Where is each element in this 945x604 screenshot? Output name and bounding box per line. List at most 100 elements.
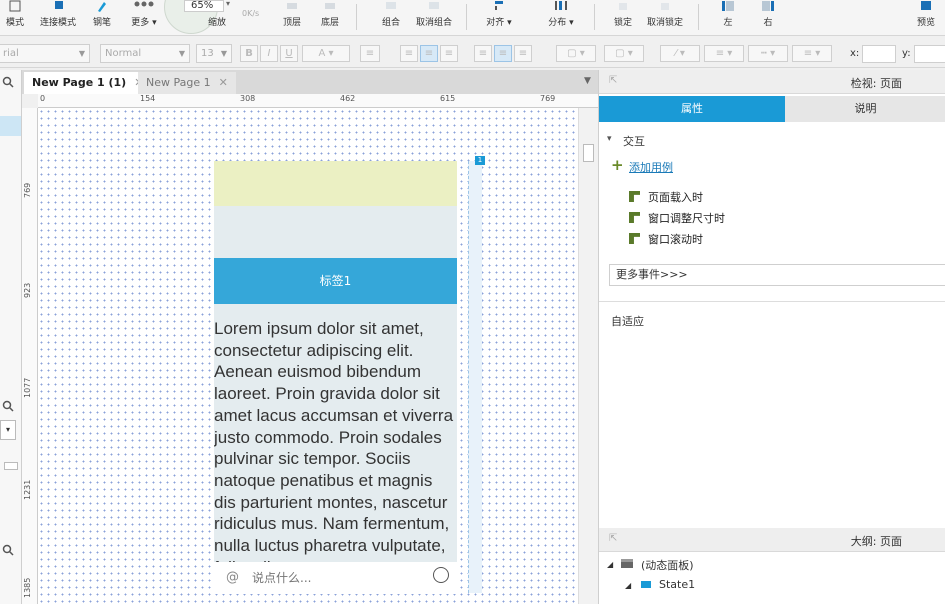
add-case-link[interactable]: 添加用例 xyxy=(629,159,673,175)
group-button[interactable]: 组合 xyxy=(378,0,404,36)
more-events-select[interactable]: 更多事件>>> xyxy=(609,264,945,286)
horizontal-ruler: 0 154 308 462 615 769 xyxy=(38,94,598,108)
tab-new-page-1[interactable]: New Page 1 ✕ xyxy=(138,72,236,94)
valign-top-button[interactable]: ≡ xyxy=(474,45,492,62)
font-style-select[interactable]: Normal ▼ xyxy=(100,44,190,63)
tab-list-dropdown-icon[interactable]: ▼ xyxy=(584,76,591,86)
ruler-label: 1077 xyxy=(23,377,32,398)
font-size-select[interactable]: 13 ▼ xyxy=(196,44,232,63)
lorem-text-block[interactable]: Lorem ipsum dolor sit amet, consectetur … xyxy=(214,318,457,562)
library-dropdown[interactable]: ▾ xyxy=(0,420,16,440)
zoom-dropdown-icon[interactable]: ▾ xyxy=(226,0,230,8)
ruler-label: 308 xyxy=(240,94,256,103)
at-icon[interactable]: @ xyxy=(226,570,239,585)
send-back-icon xyxy=(325,3,335,9)
search-icon[interactable] xyxy=(2,76,14,88)
pin-icon[interactable]: ⇱ xyxy=(609,533,617,544)
search-icon[interactable] xyxy=(2,544,14,556)
mode-icon xyxy=(9,0,21,12)
preview-icon xyxy=(921,1,931,10)
network-speed: 0K/s xyxy=(242,9,260,18)
canvas-vertical-scrollbar[interactable] xyxy=(578,108,598,604)
valign-bottom-button[interactable]: ≡ xyxy=(514,45,532,62)
shadow-button[interactable]: ▢ ▾ xyxy=(604,45,644,62)
chevron-down-icon[interactable]: ▾ xyxy=(607,134,612,144)
pen-button[interactable]: 钢笔 xyxy=(88,0,116,36)
add-icon[interactable]: + xyxy=(611,156,624,174)
align-right-text-button[interactable]: ≡ xyxy=(440,45,458,62)
unlock-button[interactable]: 取消锁定 xyxy=(644,0,686,36)
scroll-thumb[interactable] xyxy=(583,144,594,162)
adaptive-label[interactable]: 自适应 xyxy=(611,313,644,329)
line-color-button[interactable]: ⁄ ▾ xyxy=(660,45,700,62)
bring-front-button[interactable]: 顶层 xyxy=(280,0,304,36)
align-icon xyxy=(495,1,503,10)
arrow-style-button[interactable]: ≡ ▾ xyxy=(792,45,832,62)
inspector-panel: ⇱ 检视: 页面 属性 说明 ▾ 交互 + 添加用例 页面载入时 窗口调整尺寸时… xyxy=(598,70,945,604)
align-left-icon xyxy=(722,1,734,11)
tab-properties[interactable]: 属性 xyxy=(599,96,785,122)
outline-item-dynamic-panel[interactable]: (动态面板) xyxy=(641,557,694,573)
emoji-icon[interactable] xyxy=(433,567,449,583)
unlock-icon xyxy=(661,3,669,10)
ruler-label: 462 xyxy=(340,94,356,103)
bold-button[interactable]: B xyxy=(240,45,258,62)
align-right-icon xyxy=(762,1,774,11)
mode-button[interactable]: 模式 xyxy=(0,0,30,36)
event-page-load[interactable]: 页面载入时 xyxy=(629,189,703,205)
dynamic-panel-scrollbar[interactable] xyxy=(468,161,482,593)
font-color-button[interactable]: A ▾ xyxy=(302,45,350,62)
interaction-section-title[interactable]: 交互 xyxy=(623,133,645,149)
underline-button[interactable]: U xyxy=(280,45,298,62)
valign-middle-button[interactable]: ≡ xyxy=(494,45,512,62)
x-label: x: xyxy=(850,48,860,59)
left-panel-strip: ▾ xyxy=(0,70,22,604)
yellow-block[interactable] xyxy=(214,161,457,206)
toolbar-separator xyxy=(466,4,467,30)
outline-item-state1[interactable]: State1 xyxy=(659,578,695,591)
ungroup-button[interactable]: 取消组合 xyxy=(414,0,454,36)
align-button[interactable]: 对齐 ▾ xyxy=(484,0,514,36)
gray-block[interactable] xyxy=(214,206,457,258)
preview-button[interactable]: 预览 xyxy=(912,0,940,36)
send-back-button[interactable]: 底层 xyxy=(318,0,342,36)
line-width-button[interactable]: ≡ ▾ xyxy=(704,45,744,62)
chat-input[interactable] xyxy=(252,568,422,588)
align-left-text-button[interactable]: ≡ xyxy=(400,45,418,62)
lock-button[interactable]: 锁定 xyxy=(610,0,636,36)
pin-icon[interactable]: ⇱ xyxy=(609,75,617,86)
collapse-triangle-icon[interactable]: ◢ xyxy=(625,581,631,590)
chat-input-bar[interactable]: @ xyxy=(214,562,457,594)
ruler-label: 923 xyxy=(23,282,32,298)
fill-color-button[interactable]: ▢ ▾ xyxy=(556,45,596,62)
x-input[interactable] xyxy=(862,45,896,63)
right-button[interactable]: 右 xyxy=(756,0,780,36)
scroll-thumb[interactable] xyxy=(4,462,18,470)
left-button[interactable]: 左 xyxy=(716,0,740,36)
more-button[interactable]: 更多 ▾ xyxy=(124,0,164,36)
event-window-scroll[interactable]: 窗口滚动时 xyxy=(629,231,703,247)
search-icon[interactable] xyxy=(2,400,14,412)
italic-button[interactable]: I xyxy=(260,45,278,62)
selected-page-item[interactable] xyxy=(0,116,21,136)
event-window-resize[interactable]: 窗口调整尺寸时 xyxy=(629,210,725,226)
tab-notes[interactable]: 说明 xyxy=(785,96,945,122)
collapse-triangle-icon[interactable]: ◢ xyxy=(607,560,613,569)
font-family-select[interactable]: rial ▼ xyxy=(0,44,90,63)
more-dots-icon xyxy=(134,1,154,7)
zoom-value[interactable]: 65% xyxy=(184,0,224,12)
inspector-header: ⇱ 检视: 页面 xyxy=(599,70,945,94)
group-icon xyxy=(386,2,396,9)
align-center-text-button[interactable]: ≡ xyxy=(420,45,438,62)
bullet-button[interactable]: ≡ xyxy=(360,45,380,62)
tab-label-block[interactable]: 标签1 xyxy=(214,258,457,304)
page-tabs: New Page 1 (1)✕ New Page 1✕ ▼ xyxy=(22,70,598,94)
tab-new-page-1-copy[interactable]: New Page 1 (1)✕ xyxy=(24,72,152,94)
close-icon[interactable]: ✕ xyxy=(219,76,228,89)
connect-mode-button[interactable]: 连接模式 xyxy=(36,0,80,36)
zoom-control[interactable]: 65% ▾ 0K/s 缩放 xyxy=(164,0,259,34)
y-input[interactable] xyxy=(914,45,945,63)
distribute-button[interactable]: 分布 ▾ xyxy=(546,0,576,36)
connector-icon xyxy=(55,1,63,9)
line-style-button[interactable]: ┅ ▾ xyxy=(748,45,788,62)
